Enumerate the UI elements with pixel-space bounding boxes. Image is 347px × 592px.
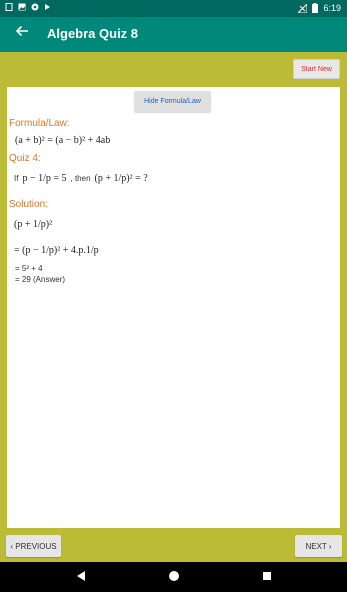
solution-step-2: = (p − 1/p)² + 4.p.1/p [14,245,99,256]
start-new-button[interactable]: Start New [293,59,340,79]
next-button[interactable]: NEXT › [295,535,342,557]
arrow-left-icon[interactable] [12,24,32,44]
quiz-given: p − 1/p = 5 [22,173,67,184]
quiz-connector: , then [70,174,91,183]
quiz-question: If p − 1/p = 5 , then (p + 1/p)² = ? [14,173,148,184]
play-icon [45,4,50,10]
content-card: Hide Formula/Law Formula/Law: (a + b)² =… [7,87,340,528]
system-nav-bar [0,562,347,592]
hide-formula-button[interactable]: Hide Formula/Law [134,91,211,112]
back-triangle-icon[interactable] [74,569,88,583]
status-time: 6:19 [323,3,341,13]
solution-heading: Solution: [9,199,48,210]
battery-icon [312,3,319,13]
page-title: Algebra Quiz 8 [47,26,139,41]
formula-expression: (a + b)² = (a − b)² + 4ab [15,135,111,146]
formula-heading: Formula/Law: [9,118,70,129]
solution-step-3: = 5² + 4 [15,264,43,273]
home-circle-icon[interactable] [167,569,181,583]
app-bar: Algebra Quiz 8 [0,17,347,52]
solution-step-4: = 29 (Answer) [15,275,66,284]
status-bar: 6:19 [0,0,347,17]
sim-icon [5,3,13,11]
quiz-ask: (p + 1/p)² = ? [94,173,148,184]
circle-icon [31,3,39,11]
quiz-heading: Quiz 4: [9,153,41,164]
signal-icon [298,3,308,13]
solution-step-1: (p + 1/p)² [14,219,53,230]
quiz-prefix: If [14,174,19,183]
previous-button[interactable]: ‹ PREVIOUS [6,535,61,557]
image-icon [18,3,26,11]
recents-square-icon[interactable] [260,569,274,583]
